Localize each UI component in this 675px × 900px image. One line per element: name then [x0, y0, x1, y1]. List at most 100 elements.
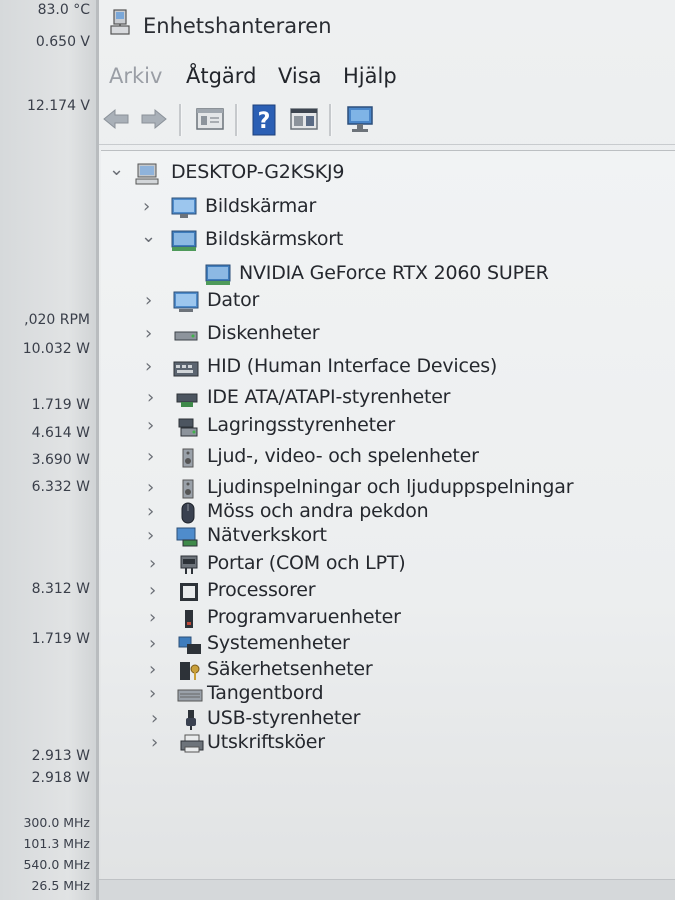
chevron-right-icon[interactable]: ›: [149, 555, 161, 573]
device-tree: ⌄ DESKTOP-G2KSKJ9 › Bildskärmar ⌄ Bildsk…: [101, 150, 675, 900]
tree-item-label: Säkerhetsenheter: [207, 658, 373, 680]
chevron-right-icon[interactable]: ›: [145, 325, 157, 343]
display-adapter-icon: [171, 230, 197, 252]
printer-icon: [179, 733, 204, 755]
sensor-volt-2: 12.174 V: [26, 98, 90, 114]
chevron-right-icon[interactable]: ›: [147, 389, 159, 407]
tree-item-portar[interactable]: › Portar (COM och LPT): [101, 552, 521, 578]
chevron-right-icon[interactable]: ›: [147, 417, 159, 435]
tree-item-utskriftskoer[interactable]: › Utskriftsköer: [101, 731, 521, 757]
mouse-icon: [175, 502, 199, 524]
tree-item-label: USB-styrenheter: [207, 707, 361, 729]
menu-visa[interactable]: Visa: [278, 64, 322, 88]
system-devices-icon: [177, 634, 201, 656]
status-bar: [99, 879, 675, 900]
arrow-left-icon[interactable]: [101, 104, 131, 134]
menu-atgard[interactable]: Åtgärd: [186, 64, 256, 88]
view-icon[interactable]: [289, 104, 319, 134]
chevron-right-icon[interactable]: ›: [143, 198, 155, 216]
tree-item-usb[interactable]: › USB-styrenheter: [101, 707, 521, 733]
speaker-icon: [175, 447, 199, 469]
network-adapter-icon: [175, 526, 199, 548]
speaker-icon: [175, 478, 199, 500]
chevron-right-icon[interactable]: ›: [147, 503, 159, 521]
sensor-power-5: 6.332 W: [31, 479, 90, 495]
chevron-right-icon[interactable]: ›: [149, 582, 161, 600]
tree-item-label: Tangentbord: [207, 682, 324, 704]
sensor-clock-3: 540.0 MHz: [23, 857, 90, 872]
tree-item-label: Möss och andra pekdon: [207, 500, 429, 522]
tree-item-label: Lagringsstyrenheter: [207, 414, 395, 436]
chevron-down-icon[interactable]: ⌄: [141, 228, 156, 246]
sensor-power-6: 8.312 W: [31, 581, 90, 597]
sensor-clock-2: 101.3 MHz: [23, 836, 90, 851]
toolbar-separator: [329, 104, 332, 136]
chevron-right-icon[interactable]: ›: [149, 609, 161, 627]
tree-item-hid[interactable]: › HID (Human Interface Devices): [101, 355, 521, 381]
computer-icon: [173, 291, 199, 313]
tree-item-systemenheter[interactable]: › Systemenheter: [101, 632, 521, 658]
device-manager-window: Enhetshanteraren Arkiv Åtgärd Visa Hjälp…: [96, 0, 675, 900]
tree-item-processorer[interactable]: › Processorer: [101, 579, 521, 605]
tree-item-tangentbord[interactable]: › Tangentbord: [101, 682, 521, 708]
tree-item-label: Dator: [207, 289, 260, 311]
toolbar: ?: [99, 98, 675, 145]
tree-item-ide[interactable]: › IDE ATA/ATAPI-styrenheter: [101, 386, 521, 412]
tree-item-bildskarmskort[interactable]: ⌄ Bildskärmskort: [101, 228, 501, 254]
menu-hjalp[interactable]: Hjälp: [343, 64, 397, 88]
sensor-power-2: 1.719 W: [31, 397, 90, 413]
help-icon[interactable]: ?: [249, 104, 279, 136]
tree-item-moss[interactable]: › Möss och andra pekdon: [101, 500, 521, 526]
tree-item-label: Systemenheter: [207, 632, 350, 654]
sensor-power-1: 10.032 W: [22, 341, 90, 357]
tree-item-label: Diskenheter: [207, 322, 320, 344]
sensor-temp: 83.0 °C: [37, 2, 90, 18]
security-device-icon: [177, 660, 201, 682]
tree-item-dator[interactable]: › Dator: [101, 289, 501, 315]
sensor-power-8: 2.913 W: [31, 748, 90, 764]
tree-item-sakerhetsenheter[interactable]: › Säkerhetsenheter: [101, 658, 521, 684]
chevron-right-icon[interactable]: ›: [149, 661, 161, 679]
tree-item-diskenheter[interactable]: › Diskenheter: [101, 322, 501, 348]
tree-root-label: DESKTOP-G2KSKJ9: [171, 161, 345, 183]
chevron-right-icon[interactable]: ›: [145, 292, 157, 310]
tree-item-ljudinspelningar[interactable]: › Ljudinspelningar och ljuduppspelningar: [101, 476, 574, 502]
storage-controller-icon: [175, 416, 199, 438]
tree-child-gpu[interactable]: NVIDIA GeForce RTX 2060 SUPER: [101, 262, 571, 288]
software-device-icon: [177, 608, 201, 630]
chevron-right-icon[interactable]: ›: [147, 527, 159, 545]
title-bar: Enhetshanteraren: [99, 0, 675, 58]
arrow-right-icon[interactable]: [139, 104, 169, 134]
tree-item-ljud[interactable]: › Ljud-, video- och spelenheter: [101, 445, 541, 471]
sensor-volt-1: 0.650 V: [35, 34, 90, 50]
tree-root[interactable]: ⌄ DESKTOP-G2KSKJ9: [101, 161, 501, 187]
chevron-down-icon[interactable]: ⌄: [109, 161, 124, 179]
tree-item-programvaruenheter[interactable]: › Programvaruenheter: [101, 606, 521, 632]
chevron-right-icon[interactable]: ›: [145, 358, 157, 376]
tree-item-lagring[interactable]: › Lagringsstyrenheter: [101, 414, 521, 440]
device-manager-icon: [109, 8, 131, 36]
properties-icon[interactable]: [195, 104, 225, 134]
chevron-right-icon[interactable]: ›: [149, 635, 161, 653]
svg-text:?: ?: [258, 109, 271, 134]
tree-item-label: Bildskärmar: [205, 195, 317, 217]
menu-arkiv[interactable]: Arkiv: [109, 64, 162, 88]
tree-item-label: Programvaruenheter: [207, 606, 401, 628]
chevron-right-icon[interactable]: ›: [147, 479, 159, 497]
sensor-power-9: 2.918 W: [31, 770, 90, 786]
tree-item-label: Processorer: [207, 579, 316, 601]
keyboard-icon: [177, 684, 203, 706]
toolbar-separator: [235, 104, 238, 136]
hid-icon: [173, 357, 199, 379]
chevron-right-icon[interactable]: ›: [151, 710, 163, 728]
monitor-scan-icon[interactable]: [345, 104, 375, 134]
monitor-icon: [171, 197, 197, 219]
tree-item-natverkskort[interactable]: › Nätverkskort: [101, 524, 521, 550]
tree-item-bildskarmar[interactable]: › Bildskärmar: [101, 195, 501, 221]
chevron-right-icon[interactable]: ›: [147, 448, 159, 466]
tree-item-label: Portar (COM och LPT): [207, 552, 406, 574]
toolbar-separator: [179, 104, 182, 136]
disk-drive-icon: [173, 324, 198, 346]
chevron-right-icon[interactable]: ›: [149, 685, 161, 703]
chevron-right-icon[interactable]: ›: [151, 734, 163, 752]
